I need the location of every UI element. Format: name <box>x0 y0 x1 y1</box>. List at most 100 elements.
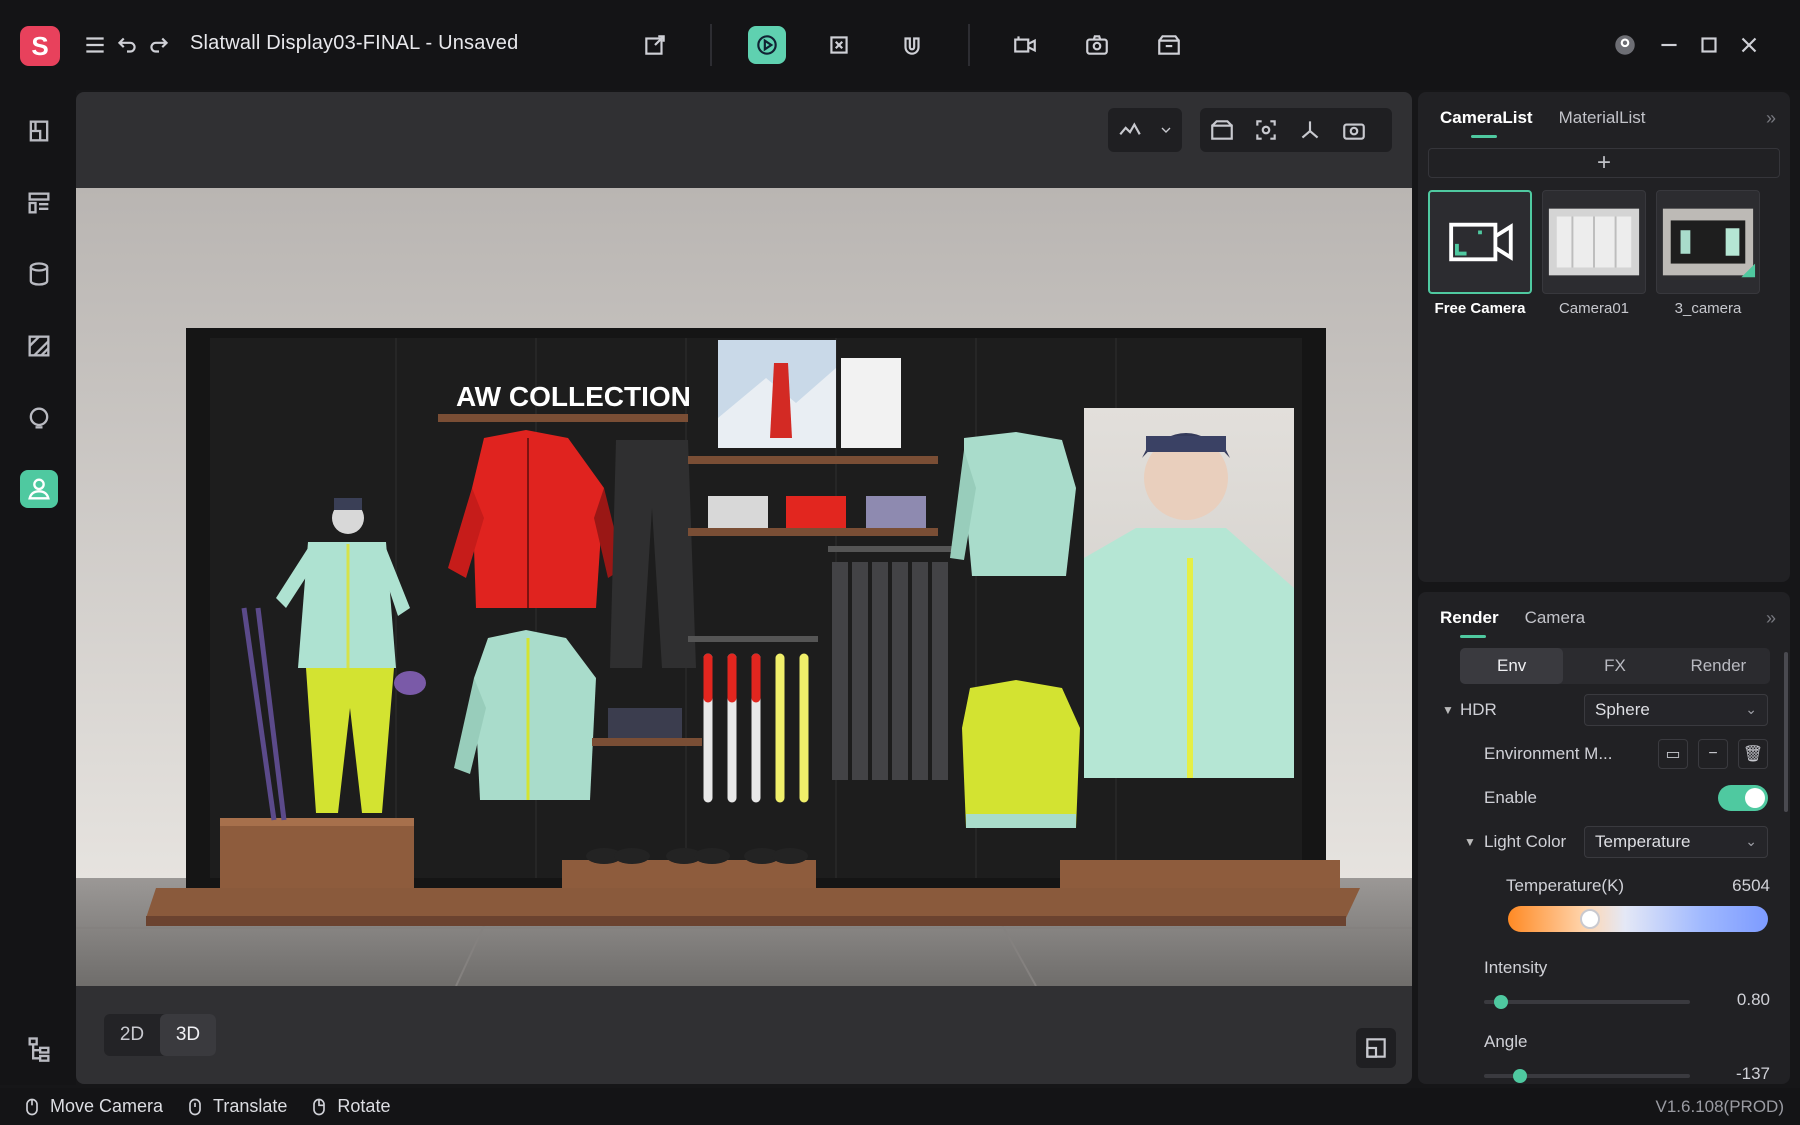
image-picker-icon[interactable]: ▭ <box>1658 739 1688 769</box>
slider-handle[interactable] <box>1493 995 1508 1009</box>
maximize-icon[interactable] <box>1692 28 1726 62</box>
enable-row: Enable <box>1418 780 1790 816</box>
fullscreen-icon[interactable] <box>1356 1028 1396 1068</box>
hierarchy-tree-icon[interactable] <box>20 1030 58 1068</box>
camera-card-free[interactable]: Free Camera <box>1428 190 1532 317</box>
minus-icon[interactable]: − <box>1698 739 1728 769</box>
mouse-right-icon <box>313 1098 326 1115</box>
intensity-slider[interactable] <box>1484 995 1690 1009</box>
temperature-slider[interactable] <box>1508 906 1768 932</box>
tab-camera-list[interactable]: CameraList <box>1440 108 1533 138</box>
move-camera-hint: Move Camera <box>22 1096 163 1117</box>
hdr-row: ▼ HDR Sphere ⌄ <box>1418 692 1790 728</box>
add-camera-button[interactable]: + <box>1428 148 1780 178</box>
light-color-label: Light Color <box>1484 832 1567 851</box>
chevron-down-icon: ⌄ <box>1745 701 1757 717</box>
angle-slider[interactable] <box>1484 1069 1690 1083</box>
camera-label: Camera01 <box>1558 300 1630 317</box>
mode-2d-button[interactable]: 2D <box>104 1014 160 1056</box>
package-icon[interactable] <box>1152 28 1186 62</box>
scene-camera-icon[interactable] <box>1200 108 1244 152</box>
chevron-down-icon[interactable] <box>1152 108 1180 152</box>
camera-card-3-camera[interactable]: 3_camera <box>1656 190 1760 317</box>
subtab-fx[interactable]: FX <box>1563 648 1666 684</box>
temperature-value: 6504 <box>1732 876 1770 895</box>
expand-triangle-icon[interactable]: ▼ <box>1442 703 1454 717</box>
trash-icon[interactable]: 🗑 <box>1738 739 1768 769</box>
collapse-panel-icon[interactable]: » <box>1766 608 1776 629</box>
scene-render[interactable]: AW COLLECTION <box>76 188 1412 986</box>
mouse-wheel-icon <box>189 1098 201 1115</box>
hdr-label: HDR <box>1460 700 1497 719</box>
light-bulb-icon[interactable] <box>20 399 58 437</box>
enable-label: Enable <box>1484 788 1537 807</box>
undo-icon[interactable] <box>110 28 144 62</box>
video-camera-icon[interactable] <box>1008 28 1042 62</box>
close-icon[interactable] <box>1732 28 1766 62</box>
collapse-panel-icon[interactable]: » <box>1766 108 1776 129</box>
enable-toggle[interactable] <box>1718 785 1768 811</box>
translate-hint: Translate <box>185 1096 287 1117</box>
expand-triangle-icon[interactable]: ▼ <box>1464 835 1476 849</box>
frame-tool-icon[interactable] <box>822 28 856 62</box>
version-label: V1.6.108(PROD) <box>1655 1097 1785 1116</box>
menu-icon[interactable] <box>78 28 112 62</box>
tab-camera[interactable]: Camera <box>1525 608 1585 638</box>
slider-handle[interactable] <box>1580 909 1600 929</box>
screenshot-icon[interactable] <box>1332 108 1376 152</box>
left-sidebar <box>0 90 76 1085</box>
database-icon[interactable] <box>20 255 58 293</box>
light-color-select[interactable]: Temperature ⌄ <box>1584 826 1768 858</box>
layout-icon[interactable] <box>20 112 58 150</box>
magnet-icon[interactable] <box>895 28 929 62</box>
rotate-label: Rotate <box>337 1096 391 1116</box>
yellow-sweater[interactable] <box>962 680 1080 828</box>
minimize-icon[interactable] <box>1652 28 1686 62</box>
app-window: S Slatwall Display03-FINAL - Unsaved AW … <box>0 0 1800 1125</box>
toolbar-divider <box>968 24 970 66</box>
camera-thumbnail <box>1656 190 1760 294</box>
export-icon[interactable] <box>638 28 672 62</box>
shading-mode-icon[interactable] <box>1108 108 1152 152</box>
camera-label: Free Camera <box>1434 300 1526 317</box>
user-avatar-icon[interactable] <box>1608 28 1642 62</box>
photo-camera-icon[interactable] <box>1080 28 1114 62</box>
environment-map-row: Environment M... ▭ − 🗑 <box>1418 736 1790 772</box>
view-mode-toggle: 2D 3D <box>104 1014 216 1056</box>
move-camera-label: Move Camera <box>50 1096 164 1116</box>
intensity-row: Intensity <box>1418 950 1790 986</box>
camera-card-camera01[interactable]: Camera01 <box>1542 190 1646 317</box>
3d-viewport[interactable]: AW COLLECTION 2D 3D <box>76 92 1412 1084</box>
angle-label: Angle <box>1484 1032 1528 1051</box>
template-icon[interactable] <box>20 184 58 222</box>
viewport-tools <box>1200 108 1392 152</box>
camera-label: 3_camera <box>1674 300 1742 317</box>
light-color-value: Temperature <box>1595 832 1691 851</box>
tab-render[interactable]: Render <box>1440 608 1499 638</box>
free-camera-icon <box>1449 222 1513 262</box>
view-style-dropdown[interactable] <box>1108 108 1182 152</box>
texture-icon[interactable] <box>20 327 58 365</box>
intensity-label: Intensity <box>1484 958 1548 977</box>
subtab-env[interactable]: Env <box>1460 648 1564 684</box>
model-person-icon[interactable] <box>20 470 58 508</box>
camera-thumbnail <box>1428 190 1532 294</box>
render-subtabs: Env FX Render <box>1460 648 1770 684</box>
redo-icon[interactable] <box>142 28 176 62</box>
axis-gizmo-icon[interactable] <box>1288 108 1332 152</box>
angle-value: -137 <box>1735 1064 1770 1083</box>
hdr-mode-select[interactable]: Sphere ⌄ <box>1584 694 1768 726</box>
collection-sign: AW COLLECTION <box>456 381 691 412</box>
mode-3d-button[interactable]: 3D <box>160 1014 216 1056</box>
focus-frame-icon[interactable] <box>1244 108 1288 152</box>
slider-handle[interactable] <box>1512 1069 1527 1083</box>
environment-map-label: Environment M... <box>1484 744 1613 763</box>
hdr-mode-value: Sphere <box>1595 700 1650 719</box>
intensity-value: 0.80 <box>1736 990 1770 1009</box>
select-tool-icon[interactable] <box>748 26 786 64</box>
temperature-label: Temperature(K) <box>1506 876 1625 895</box>
app-logo-icon: S <box>20 26 60 66</box>
tab-material-list[interactable]: MaterialList <box>1559 108 1646 138</box>
large-poster <box>1084 408 1294 778</box>
subtab-render[interactable]: Render <box>1667 648 1770 684</box>
